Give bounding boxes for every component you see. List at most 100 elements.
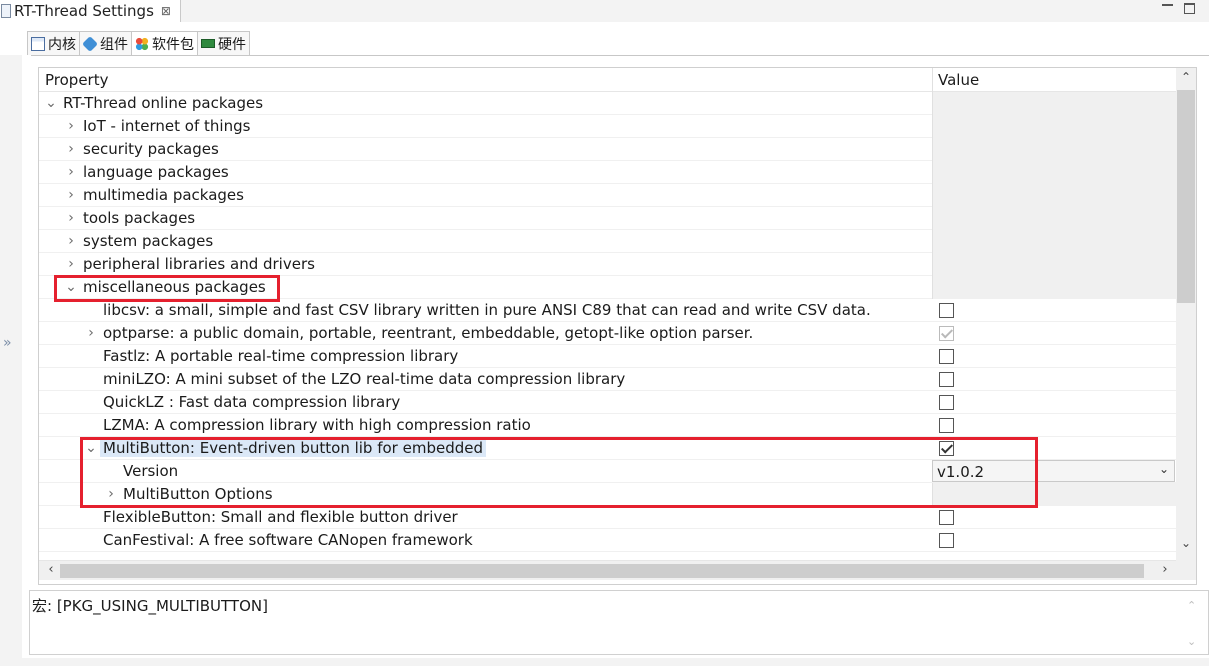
row-label: multimedia packages bbox=[83, 186, 244, 204]
chevron-right-icon[interactable]: › bbox=[65, 256, 77, 272]
value-cell bbox=[932, 253, 1176, 276]
row-label: Fastlz: A portable real-time compression… bbox=[103, 347, 459, 365]
row-label: libcsv: a small, simple and fast CSV lib… bbox=[103, 301, 871, 319]
value-cell bbox=[932, 92, 1176, 115]
tree-row-flexiblebutton[interactable]: FlexibleButton: Small and flexible butto… bbox=[39, 506, 1176, 529]
tab-kernel[interactable]: 内核 bbox=[27, 31, 80, 55]
tree-row-optparse[interactable]: › optparse: a public domain, portable, r… bbox=[39, 322, 1176, 345]
vertical-scroll-thumb[interactable] bbox=[1177, 90, 1195, 303]
packages-panel: Property Value ⌄ RT-Thread online packag… bbox=[31, 55, 1209, 585]
minimize-icon[interactable] bbox=[1162, 4, 1173, 6]
value-cell bbox=[932, 138, 1176, 161]
scrollbar-corner bbox=[1176, 560, 1196, 580]
package-checkbox[interactable] bbox=[939, 395, 954, 410]
chevron-right-icon[interactable]: › bbox=[65, 210, 77, 226]
tree-row-online-packages[interactable]: ⌄ RT-Thread online packages bbox=[39, 92, 1176, 115]
chevron-right-icon[interactable]: › bbox=[65, 164, 77, 180]
left-side-strip: » bbox=[0, 55, 22, 666]
tree-row-multimedia[interactable]: › multimedia packages bbox=[39, 184, 1176, 207]
value-cell bbox=[932, 483, 1176, 506]
bottom-strip bbox=[0, 658, 1209, 666]
value-cell bbox=[932, 115, 1176, 138]
row-label: Version bbox=[123, 462, 179, 480]
tree-row-quicklz[interactable]: QuickLZ : Fast data compression library bbox=[39, 391, 1176, 414]
tree-row-canfestival[interactable]: CanFestival: A free software CANopen fra… bbox=[39, 529, 1176, 552]
chevron-right-icon[interactable]: › bbox=[65, 233, 77, 249]
scroll-down-icon[interactable]: ⌄ bbox=[1176, 536, 1196, 556]
editor-tab[interactable]: RT-Thread Settings ⊠ bbox=[0, 0, 181, 22]
row-label: LZMA: A compression library with high co… bbox=[103, 416, 531, 434]
kernel-icon bbox=[31, 36, 45, 51]
tab-hardware[interactable]: 硬件 bbox=[197, 31, 250, 55]
chevron-down-icon[interactable]: ⌄ bbox=[45, 95, 57, 111]
value-cell bbox=[932, 299, 1176, 322]
scroll-right-icon[interactable]: › bbox=[1155, 562, 1175, 580]
version-select[interactable]: v1.0.2 ⌄ bbox=[932, 460, 1175, 482]
package-checkbox[interactable] bbox=[939, 510, 954, 525]
package-checkbox[interactable] bbox=[939, 533, 954, 548]
value-cell bbox=[932, 207, 1176, 230]
package-checkbox[interactable] bbox=[939, 349, 954, 364]
maximize-icon[interactable] bbox=[1184, 3, 1195, 14]
tree-row-libcsv[interactable]: libcsv: a small, simple and fast CSV lib… bbox=[39, 299, 1176, 322]
tree-row-lzma[interactable]: LZMA: A compression library with high co… bbox=[39, 414, 1176, 437]
chevron-right-icon[interactable]: › bbox=[105, 486, 117, 502]
description-panel: 宏: [PKG_USING_MULTIBUTTON] ⌃ ⌄ bbox=[29, 590, 1209, 655]
tree-row-iot[interactable]: › IoT - internet of things bbox=[39, 115, 1176, 138]
property-column-header[interactable]: Property bbox=[45, 71, 108, 89]
tab-packages[interactable]: 软件包 bbox=[131, 31, 198, 55]
settings-tabs: 内核 组件 软件包 硬件 bbox=[27, 31, 250, 55]
tree-row-security[interactable]: › security packages bbox=[39, 138, 1176, 161]
chevron-right-icon[interactable]: › bbox=[65, 118, 77, 134]
chevron-right-icon[interactable]: › bbox=[65, 141, 77, 157]
row-label: language packages bbox=[83, 163, 229, 181]
tree-row-system[interactable]: › system packages bbox=[39, 230, 1176, 253]
tree-row-fastlz[interactable]: Fastlz: A portable real-time compression… bbox=[39, 345, 1176, 368]
chevron-down-icon: ⌄ bbox=[1158, 462, 1169, 476]
package-checkbox[interactable] bbox=[939, 326, 954, 341]
row-label: FlexibleButton: Small and flexible butto… bbox=[103, 508, 458, 526]
scroll-down-icon[interactable]: ⌄ bbox=[1187, 635, 1196, 648]
macro-description: 宏: [PKG_USING_MULTIBUTTON] bbox=[32, 597, 268, 615]
title-bar: RT-Thread Settings ⊠ bbox=[0, 0, 1209, 22]
value-cell bbox=[932, 345, 1176, 368]
scroll-up-icon[interactable]: ⌃ bbox=[1176, 70, 1196, 90]
row-label: peripheral libraries and drivers bbox=[83, 255, 315, 273]
chevron-right-icon[interactable]: › bbox=[85, 325, 97, 341]
scroll-left-icon[interactable]: ‹ bbox=[41, 562, 61, 580]
vertical-scrollbar[interactable]: ⌃ ⌄ bbox=[1176, 68, 1196, 560]
package-checkbox[interactable] bbox=[939, 441, 954, 456]
description-scrollbar[interactable]: ⌃ ⌄ bbox=[1183, 593, 1203, 653]
value-cell bbox=[932, 391, 1176, 414]
package-checkbox[interactable] bbox=[939, 303, 954, 318]
package-checkbox[interactable] bbox=[939, 418, 954, 433]
settings-file-icon bbox=[1, 4, 11, 18]
tree-row-tools[interactable]: › tools packages bbox=[39, 207, 1176, 230]
tree-header: Property Value bbox=[39, 68, 1176, 92]
tab-components[interactable]: 组件 bbox=[79, 31, 132, 55]
row-label: optparse: a public domain, portable, ree… bbox=[103, 324, 754, 342]
row-label: MultiButton Options bbox=[123, 485, 273, 503]
package-checkbox[interactable] bbox=[939, 372, 954, 387]
value-cell bbox=[932, 529, 1176, 552]
tab-kernel-label: 内核 bbox=[48, 36, 76, 53]
tree-row-multibutton-options[interactable]: › MultiButton Options bbox=[39, 483, 1176, 506]
column-separator[interactable] bbox=[932, 68, 933, 92]
tree-row-multibutton[interactable]: ⌄ MultiButton: Event-driven button lib f… bbox=[39, 437, 1176, 460]
chevron-down-icon[interactable]: ⌄ bbox=[65, 279, 77, 295]
tree-row-minilzo[interactable]: miniLZO: A mini subset of the LZO real-t… bbox=[39, 368, 1176, 391]
tree-row-peripheral[interactable]: › peripheral libraries and drivers bbox=[39, 253, 1176, 276]
horizontal-scroll-thumb[interactable] bbox=[60, 564, 1144, 578]
close-icon[interactable]: ⊠ bbox=[161, 4, 171, 18]
chevron-right-icon[interactable]: › bbox=[65, 187, 77, 203]
tree-row-miscellaneous[interactable]: ⌄ miscellaneous packages bbox=[39, 276, 1176, 299]
tab-packages-label: 软件包 bbox=[152, 36, 194, 53]
horizontal-scrollbar[interactable]: ‹ › bbox=[39, 560, 1176, 580]
row-label: CanFestival: A free software CANopen fra… bbox=[103, 531, 473, 549]
restore-panel-icon[interactable]: » bbox=[3, 335, 12, 351]
scroll-up-icon[interactable]: ⌃ bbox=[1187, 599, 1196, 612]
tree-row-version[interactable]: Version v1.0.2 ⌄ bbox=[39, 460, 1176, 483]
tree-row-language[interactable]: › language packages bbox=[39, 161, 1176, 184]
value-column-header[interactable]: Value bbox=[938, 71, 979, 89]
chevron-down-icon[interactable]: ⌄ bbox=[85, 440, 97, 456]
